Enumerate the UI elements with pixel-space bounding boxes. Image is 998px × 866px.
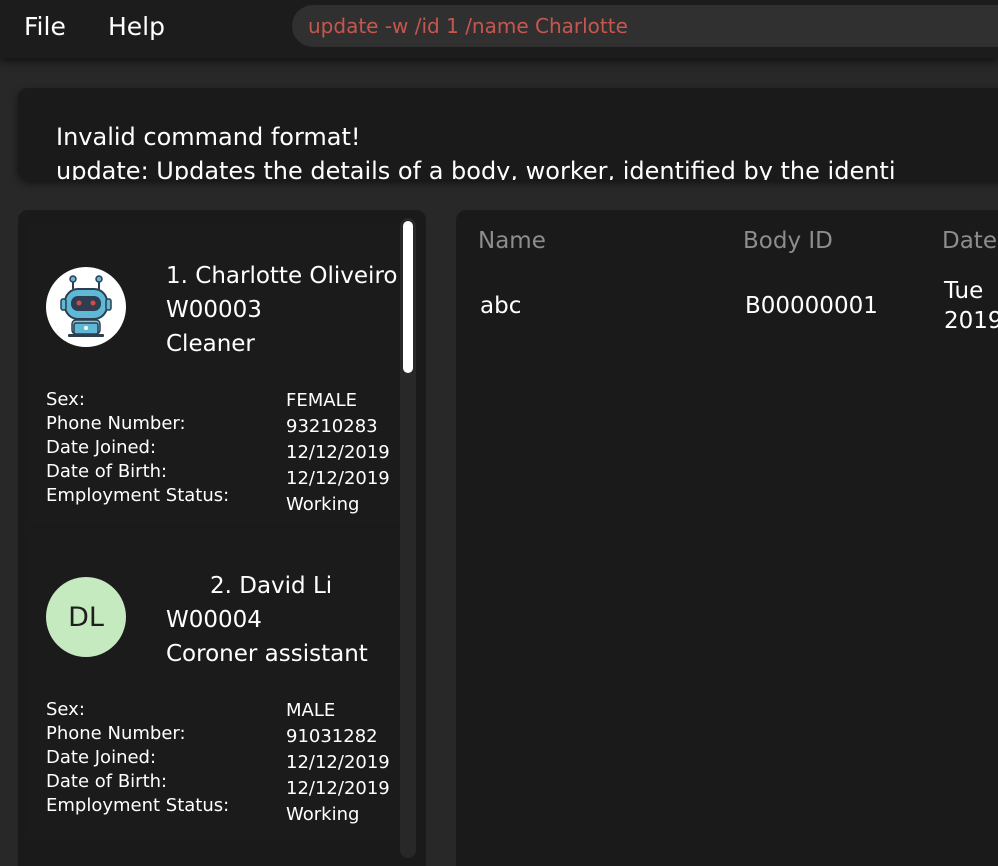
- value-date-of-birth: 12/12/2019: [286, 468, 390, 489]
- value-date-joined: 12/12/2019: [286, 752, 390, 773]
- value-phone: 93210283: [286, 416, 378, 437]
- result-display: Invalid command format! update: Updates …: [18, 88, 998, 180]
- cell-body-id: B00000001: [745, 293, 878, 319]
- cell-name: abc: [480, 293, 522, 319]
- label-phone: Phone Number:: [46, 413, 186, 434]
- menu-file[interactable]: File: [24, 12, 66, 41]
- cell-date-line-1: Tue: [944, 278, 984, 304]
- command-box: [292, 5, 998, 47]
- value-date-joined: 12/12/2019: [286, 442, 390, 463]
- worker-id: W00004: [166, 607, 262, 633]
- value-date-of-birth: 12/12/2019: [286, 778, 390, 799]
- worker-role: Cleaner: [166, 331, 255, 357]
- worker-list-scrollbar[interactable]: [400, 218, 416, 858]
- top-bar: File Help: [0, 0, 998, 58]
- command-input[interactable]: [308, 12, 988, 40]
- value-employment-status: Working: [286, 494, 360, 515]
- worker-card[interactable]: DL 2. David Li W00004 Coroner assistant …: [28, 534, 400, 834]
- label-phone: Phone Number:: [46, 723, 186, 744]
- column-header-body-id[interactable]: Body ID: [743, 228, 833, 254]
- label-date-joined: Date Joined:: [46, 437, 157, 458]
- label-employment-status: Employment Status:: [46, 795, 230, 816]
- worker-list-panel: 1. Charlotte Oliveiro W00003 Cleaner Sex…: [18, 210, 426, 866]
- worker-name: 2. David Li: [210, 573, 333, 599]
- cell-date-line-2: 2019: [944, 308, 998, 334]
- label-date-of-birth: Date of Birth:: [46, 461, 168, 482]
- value-phone: 91031282: [286, 726, 378, 747]
- menu-help[interactable]: Help: [108, 12, 165, 41]
- worker-name: 1. Charlotte Oliveiro: [166, 263, 398, 289]
- worker-id: W00003: [166, 297, 262, 323]
- cell-date: Tue 2019: [944, 276, 998, 336]
- column-header-date[interactable]: Date: [942, 228, 997, 254]
- value-sex: MALE: [286, 700, 336, 721]
- initials-avatar: DL: [46, 577, 126, 657]
- body-table-panel: Name Body ID Date abc B00000001 Tue 2019: [456, 210, 998, 866]
- result-line-1: Invalid command format!: [56, 123, 361, 151]
- label-date-joined: Date Joined:: [46, 747, 157, 768]
- label-date-of-birth: Date of Birth:: [46, 771, 168, 792]
- result-text: Invalid command format! update: Updates …: [56, 120, 998, 180]
- worker-role: Coroner assistant: [166, 641, 368, 667]
- label-sex: Sex:: [46, 389, 85, 410]
- scrollbar-thumb[interactable]: [403, 221, 413, 373]
- value-sex: FEMALE: [286, 390, 357, 411]
- value-employment-status: Working: [286, 804, 360, 825]
- label-sex: Sex:: [46, 699, 85, 720]
- robot-avatar-icon: [46, 267, 126, 347]
- column-header-name[interactable]: Name: [478, 228, 546, 254]
- result-line-2: update: Updates the details of a body, w…: [56, 157, 896, 180]
- label-employment-status: Employment Status:: [46, 485, 230, 506]
- worker-card[interactable]: 1. Charlotte Oliveiro W00003 Cleaner Sex…: [28, 224, 400, 524]
